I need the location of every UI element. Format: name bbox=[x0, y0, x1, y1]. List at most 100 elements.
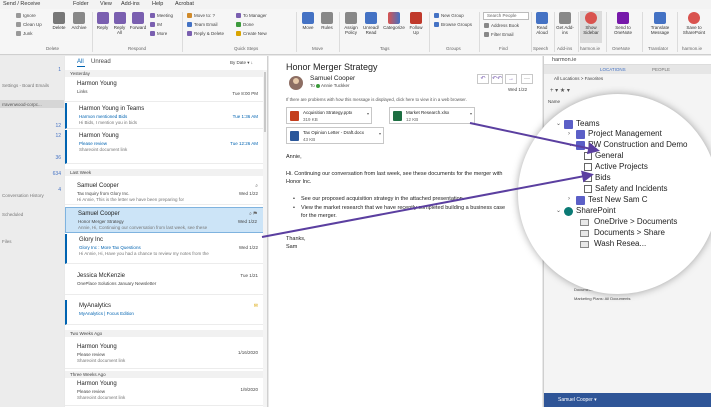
attachment-xlsx[interactable]: Market Research.xlsx 12 KB ▾ bbox=[389, 107, 475, 124]
sort-by-date[interactable]: By Date ▾ ↓ bbox=[230, 60, 253, 66]
list-item[interactable]: Glory Inc Glory Inc : More Tax Questions… bbox=[65, 234, 267, 264]
chevron-down-icon[interactable]: ⌄ bbox=[556, 207, 561, 214]
group-header-yesterday[interactable]: Yesterday bbox=[65, 70, 267, 77]
list-item[interactable]: Harmon Young Please review Shareoint doc… bbox=[65, 130, 267, 164]
browse-groups-button[interactable]: Browse Groups bbox=[434, 22, 472, 27]
tab-help[interactable]: Help bbox=[152, 1, 163, 7]
reply-all-icon[interactable]: ↶↶ bbox=[491, 74, 503, 84]
tree-item-bids[interactable]: Bids bbox=[595, 173, 611, 182]
search-people-input[interactable]: Search People bbox=[483, 12, 529, 20]
list-item[interactable]: Samuel Cooper ⌕ Tax Inquiry from Glory I… bbox=[65, 180, 267, 205]
chevron-down-icon[interactable]: ⌄ bbox=[556, 120, 561, 127]
show-sidebar-button[interactable]: Show Sidebar bbox=[580, 11, 602, 43]
tab-view[interactable]: View bbox=[100, 1, 112, 7]
folder-item[interactable]: Scheduled bbox=[2, 212, 23, 217]
quick-step-create-new[interactable]: Create New bbox=[236, 31, 267, 36]
read-aloud-button[interactable]: Read Aloud bbox=[533, 12, 551, 35]
tab-folder[interactable]: Folder bbox=[73, 1, 89, 7]
quick-step-to-manager[interactable]: To Manager bbox=[236, 13, 267, 18]
breadcrumb[interactable]: All Locations > Favorites bbox=[554, 76, 603, 81]
message-list-scrollbar[interactable] bbox=[263, 70, 267, 407]
tab-locations[interactable]: LOCATIONS bbox=[600, 67, 626, 72]
group-header-two-weeks[interactable]: Two Weeks Ago bbox=[65, 330, 267, 337]
folder-item[interactable]: Settings - Board Emails bbox=[2, 83, 49, 88]
ignore-button[interactable]: Ignore bbox=[16, 13, 36, 18]
translate-message-button[interactable]: Translate Message bbox=[645, 12, 675, 35]
folder-item[interactable]: Files bbox=[2, 239, 12, 244]
folder-item-selected[interactable]: rravenwood-corpc... bbox=[2, 102, 42, 107]
avatar[interactable] bbox=[289, 76, 303, 90]
tree-item-documents[interactable]: Documents > Share bbox=[594, 228, 665, 237]
junk-button[interactable]: Junk bbox=[16, 31, 33, 36]
reply-button[interactable]: Reply bbox=[95, 12, 110, 30]
recipient-name[interactable]: Annie Tuckker bbox=[321, 83, 350, 88]
group-header-three-weeks[interactable]: Three Weeks Ago bbox=[65, 371, 267, 378]
chevron-right-icon[interactable]: › bbox=[568, 196, 570, 202]
attachment-docx[interactable]: Tax Opinion Letter - Draft.docx 43 KB ▾ bbox=[286, 127, 384, 144]
quick-step-reply-delete[interactable]: Reply & Delete bbox=[187, 31, 224, 36]
group-header-last-week[interactable]: Last Week bbox=[65, 169, 267, 176]
filter-unread-tab[interactable]: Unread bbox=[91, 59, 111, 65]
tree-item-onedrive[interactable]: OneDrive > Documents bbox=[594, 217, 677, 226]
filter-email-button[interactable]: Filter Email bbox=[484, 32, 514, 37]
tree-item-general[interactable]: General bbox=[595, 151, 623, 160]
harmon-toolbar[interactable]: + ▾ ★ ▾ bbox=[550, 87, 570, 94]
filter-all-tab[interactable]: All bbox=[77, 59, 85, 67]
forward-icon[interactable]: → bbox=[505, 74, 517, 84]
forward-button[interactable]: Forward bbox=[128, 12, 148, 30]
more-respond-button[interactable]: More bbox=[150, 31, 167, 36]
save-to-sharepoint-button[interactable]: Save to SharePoint bbox=[679, 12, 709, 35]
address-book-button[interactable]: Address Book bbox=[484, 23, 519, 28]
list-item[interactable]: Harmon Young Please review Shareoint doc… bbox=[65, 378, 267, 406]
more-actions-icon[interactable]: ··· bbox=[521, 74, 533, 84]
reply-icon[interactable]: ↶ bbox=[477, 74, 489, 84]
assign-policy-button[interactable]: Assign Policy bbox=[342, 12, 360, 35]
quick-step-done[interactable]: Done bbox=[236, 22, 254, 27]
reply-all-button[interactable]: Reply All bbox=[112, 12, 127, 35]
rules-button[interactable]: Rules bbox=[319, 12, 335, 30]
user-name[interactable]: Samuel Cooper ▾ bbox=[558, 397, 597, 403]
chevron-down-icon[interactable]: ▾ bbox=[470, 111, 472, 116]
chevron-down-icon[interactable]: ▾ bbox=[379, 131, 381, 136]
categorize-button[interactable]: Categorize bbox=[382, 12, 406, 30]
unread-read-button[interactable]: Unread/ Read bbox=[361, 12, 381, 35]
tree-item-rw-construction[interactable]: RW Construction and Demo bbox=[588, 140, 687, 149]
harmon-user-bar[interactable]: Samuel Cooper ▾ bbox=[544, 393, 711, 407]
send-to-onenote-button[interactable]: Send to OneNote bbox=[609, 12, 637, 35]
folder-item[interactable]: Conversation History bbox=[2, 193, 44, 198]
tree-item-test-new[interactable]: Test New Sam C bbox=[588, 195, 648, 204]
tree-item-sharepoint[interactable]: SharePoint bbox=[576, 206, 616, 215]
delete-button[interactable]: Delete bbox=[50, 12, 68, 30]
attachment-pptx[interactable]: Acquisition Strategy.pptx 319 KB ▾ bbox=[286, 107, 372, 124]
tab-send-receive[interactable]: Send / Receive bbox=[3, 1, 40, 7]
list-item-selected[interactable]: Samuel Cooper ⌕ ⚑ Honor Merger Strategy … bbox=[65, 207, 267, 233]
get-addins-button[interactable]: Get Add-ins bbox=[556, 12, 574, 35]
list-item[interactable]: MyAnalytics ✉ MyAnalytics | Focus Editio… bbox=[65, 300, 267, 325]
meeting-button[interactable]: Meeting bbox=[150, 13, 173, 18]
chevron-down-icon[interactable]: ▾ bbox=[367, 111, 369, 116]
chevron-down-icon[interactable]: ⌄ bbox=[568, 141, 573, 148]
tab-addins[interactable]: Add-ins bbox=[121, 1, 140, 7]
tree-item-teams[interactable]: Teams bbox=[576, 119, 600, 128]
quick-step-move-to[interactable]: Move to: ? bbox=[187, 13, 215, 18]
tree-item-project-management[interactable]: Project Management bbox=[588, 129, 662, 138]
follow-up-button[interactable]: Follow Up bbox=[407, 12, 425, 35]
move-button[interactable]: Move bbox=[300, 12, 316, 30]
list-item[interactable]: Harmon Young Links Tue 8:00 PM bbox=[65, 78, 267, 102]
email-sender[interactable]: Samuel Cooper bbox=[310, 75, 355, 82]
new-group-button[interactable]: New Group bbox=[434, 13, 464, 18]
info-bar[interactable]: If there are problems with how this mess… bbox=[286, 97, 467, 102]
clean-up-button[interactable]: Clean Up bbox=[16, 22, 42, 27]
im-button[interactable]: IM bbox=[150, 22, 162, 27]
list-item[interactable]: Harmon Young Please review Shareoint doc… bbox=[65, 341, 267, 369]
quick-step-team-email[interactable]: Team Email bbox=[187, 22, 218, 27]
chevron-right-icon[interactable]: › bbox=[568, 131, 570, 137]
list-item[interactable]: Harmon Young in Teams Harmon mentioned B… bbox=[65, 103, 267, 129]
tree-item-active-projects[interactable]: Active Projects bbox=[595, 162, 648, 171]
archive-button[interactable]: Archive bbox=[69, 12, 89, 30]
tab-acrobat[interactable]: Acrobat bbox=[175, 1, 194, 7]
list-item[interactable]: Jessica McKenzie OnePlace Solutions Janu… bbox=[65, 270, 267, 295]
tree-item-wash[interactable]: Wash Resea... bbox=[594, 239, 646, 248]
location-item[interactable]: Marketing Plans: All Documents bbox=[574, 296, 630, 301]
column-header-name[interactable]: Name bbox=[548, 99, 560, 104]
